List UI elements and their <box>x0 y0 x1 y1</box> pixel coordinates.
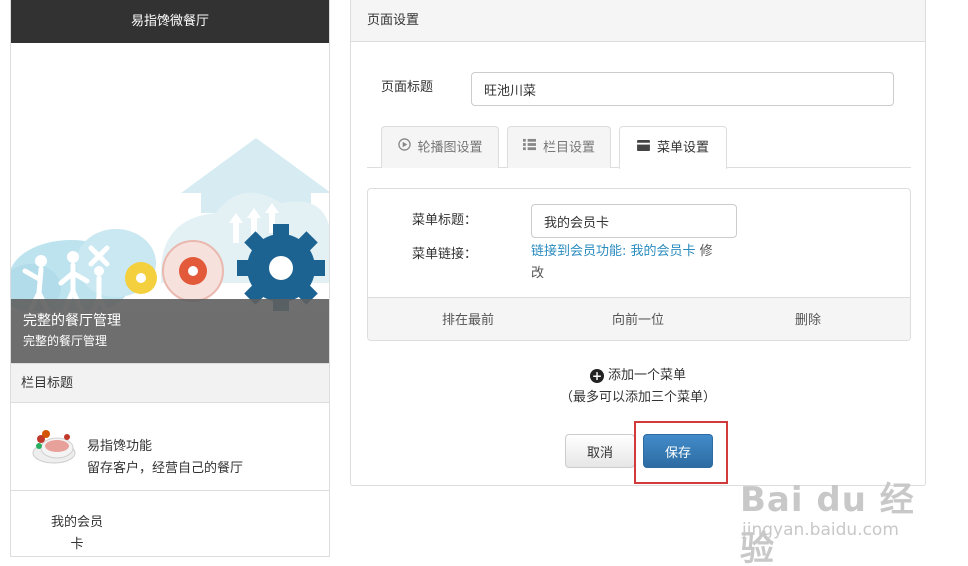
card-icon <box>637 127 651 169</box>
bottom-menu-label-line2: 卡 <box>70 537 84 552</box>
tab-label: 栏目设置 <box>542 140 595 156</box>
menu-link-label: 菜单链接： <box>412 247 478 262</box>
move-up-button[interactable]: 向前一位 <box>588 298 688 340</box>
tab-section-settings[interactable]: 栏目设置 <box>507 126 611 168</box>
watermark-logo: Bai du 经验 <box>740 480 915 566</box>
feature-description: 留存客户，经营自己的餐厅 <box>87 461 244 476</box>
feature-name: 易指馋功能 <box>87 439 153 454</box>
add-menu-hint: （最多可以添加三个菜单） <box>559 390 716 405</box>
list-icon <box>523 127 537 169</box>
page-title-input[interactable] <box>471 72 894 106</box>
menu-title-label: 菜单标题： <box>412 213 478 228</box>
page-settings-panel: 页面设置 页面标题 轮播图设置 栏目设置 菜单设置 菜单标题： 菜单链接： 链接… <box>350 0 926 486</box>
tab-menu-settings[interactable]: 菜单设置 <box>619 126 727 169</box>
banner-caption: 完整的餐厅管理 完整的餐厅管理 <box>11 299 329 363</box>
section-title: 栏目标题 <box>11 363 329 403</box>
panel-header: 页面设置 <box>351 0 925 42</box>
plus-circle-icon: + <box>589 369 604 383</box>
bottom-menu-label-line1: 我的会员 <box>50 515 103 530</box>
add-menu-button[interactable]: + 添加一个菜单 <box>351 364 925 383</box>
tab-label: 菜单设置 <box>656 140 709 156</box>
add-menu-label: 添加一个菜单 <box>607 368 686 383</box>
settings-tabs: 轮播图设置 栏目设置 菜单设置 <box>367 126 911 169</box>
banner-title: 完整的餐厅管理 <box>23 313 121 329</box>
delete-button[interactable]: 删除 <box>758 298 858 340</box>
preview-header: 易指馋微餐厅 <box>11 0 329 43</box>
save-button[interactable]: 保存 <box>643 434 713 468</box>
menu-link-text[interactable]: 链接到会员功能: 我的会员卡 <box>531 244 696 259</box>
banner-subtitle: 完整的餐厅管理 <box>23 334 108 348</box>
page-title-label: 页面标题 <box>381 80 434 95</box>
watermark-url: jingyan.baidu.com <box>742 520 899 540</box>
menu-link-value: 链接到会员功能: 我的会员卡 修改 <box>531 241 736 285</box>
tab-carousel-settings[interactable]: 轮播图设置 <box>381 126 499 168</box>
menu-item-card: 菜单标题： 菜单链接： 链接到会员功能: 我的会员卡 修改 排在最前 向前一位 … <box>367 188 911 341</box>
bottom-menu-item[interactable]: 我的会员 卡 <box>47 512 107 556</box>
move-to-top-button[interactable]: 排在最前 <box>418 298 518 340</box>
play-circle-icon <box>397 127 411 169</box>
menu-title-input[interactable] <box>531 204 737 238</box>
mobile-preview: 易指馋微餐厅 完整的餐厅管理 完整的餐厅管理 栏目标题 易指馋功能 留存客户，经… <box>10 0 330 557</box>
feature-item[interactable]: 易指馋功能 留存客户，经营自己的餐厅 <box>11 403 329 491</box>
menu-actions-bar: 排在最前 向前一位 删除 <box>368 297 910 340</box>
cancel-button[interactable]: 取消 <box>565 434 635 468</box>
baidu-watermark: Bai du 经验 jingyan.baidu.com <box>740 470 930 566</box>
tab-label: 轮播图设置 <box>417 140 483 156</box>
banner-carousel[interactable]: 完整的餐厅管理 完整的餐厅管理 <box>11 43 329 363</box>
food-thumbnail-icon <box>32 430 76 464</box>
